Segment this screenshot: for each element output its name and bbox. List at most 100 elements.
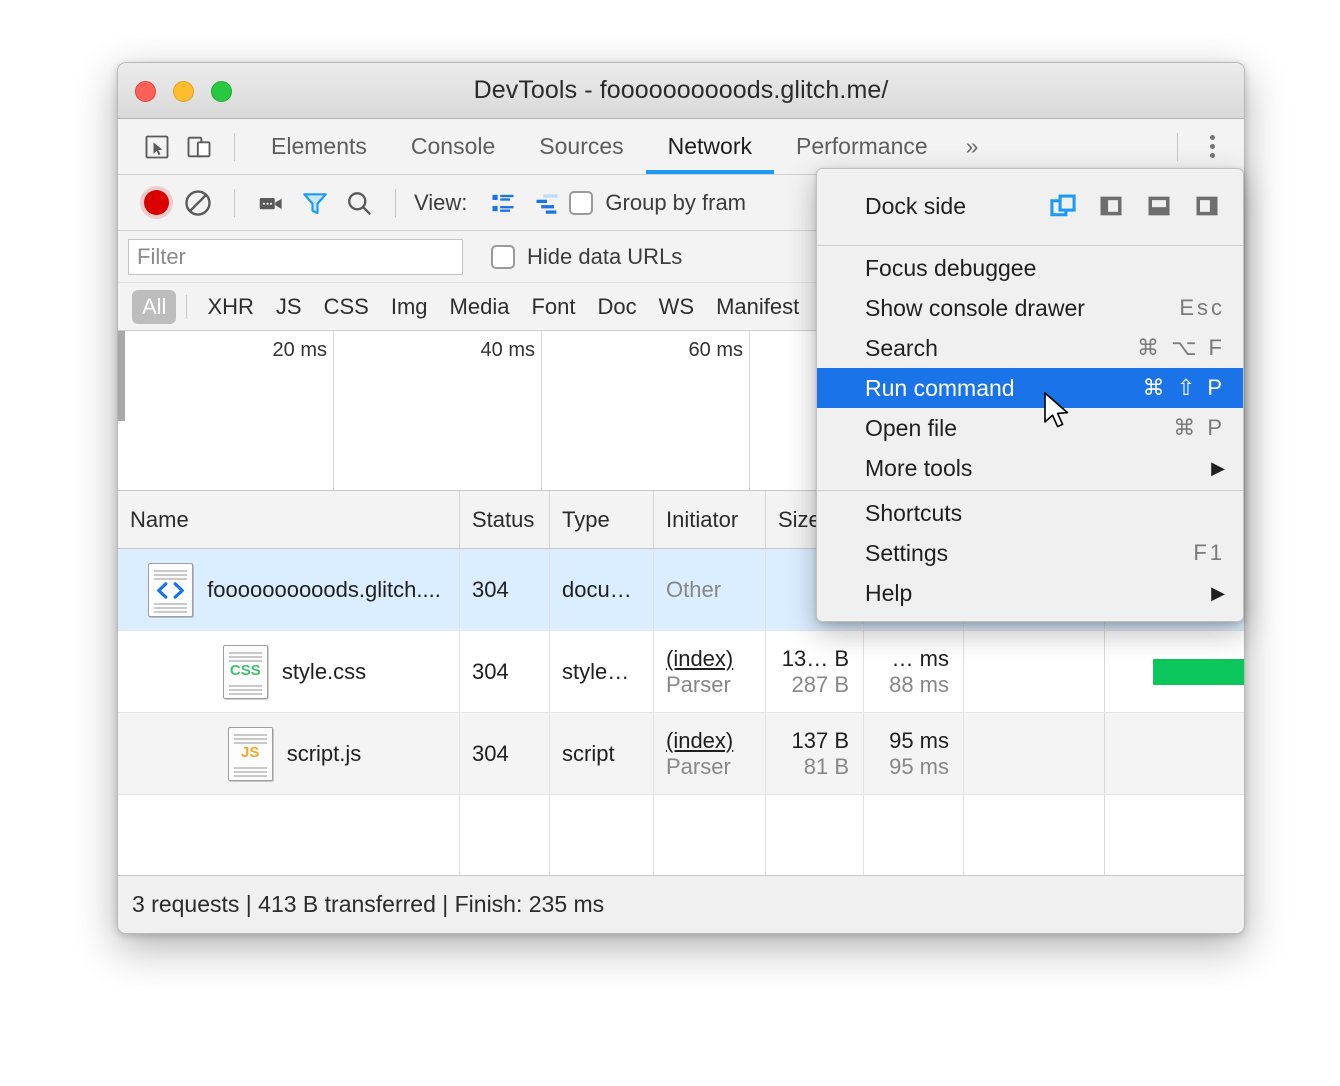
maximize-window-button[interactable] [211, 81, 232, 102]
search-input[interactable] [128, 239, 463, 275]
window-titlebar: DevTools - foooooooooods.glitch.me/ [118, 63, 1244, 119]
request-initiator-sub-label: Parser [666, 672, 765, 698]
overview-tick-label: 60 ms [689, 339, 749, 362]
overview-gridline [333, 331, 334, 490]
menu-item-more-tools[interactable]: More tools ▶ [817, 448, 1243, 488]
device-toolbar-icon[interactable] [178, 126, 220, 168]
window-title: DevTools - foooooooooods.glitch.me/ [118, 76, 1244, 105]
tab-network-label: Network [668, 133, 752, 160]
filter-pill-doc[interactable]: Doc [587, 290, 646, 324]
request-status-label: 304 [472, 741, 549, 767]
overview-tick-label: 40 ms [481, 339, 541, 362]
overview-tick-label: 20 ms [273, 339, 333, 362]
tab-network[interactable]: Network [646, 119, 774, 174]
column-header-initiator[interactable]: Initiator [654, 491, 766, 548]
request-type-label: script [562, 741, 653, 767]
submenu-arrow-icon: ▶ [1211, 583, 1225, 604]
dock-side-row: Dock side [817, 169, 1243, 243]
column-header-name[interactable]: Name [118, 491, 460, 548]
dock-to-right-icon[interactable] [1189, 188, 1225, 224]
column-header-status[interactable]: Status [460, 491, 550, 548]
filter-pill-divider [186, 295, 187, 319]
kebab-menu-icon[interactable] [1192, 127, 1232, 167]
request-status-cell: 304 [460, 713, 550, 794]
request-name-label: script.js [287, 741, 362, 767]
filter-pill-media[interactable]: Media [440, 290, 520, 324]
request-name-cell[interactable]: JS script.js [118, 713, 460, 794]
filter-funnel-icon[interactable] [293, 183, 337, 223]
filter-pill-ws[interactable]: WS [649, 290, 704, 324]
request-status-label: 304 [472, 659, 549, 685]
record-button[interactable] [136, 183, 176, 223]
overview-gridline [541, 331, 542, 490]
request-initiator-cell[interactable]: (index) Parser [654, 631, 766, 712]
minimize-window-button[interactable] [173, 81, 194, 102]
request-status-label: 304 [472, 577, 549, 603]
menu-item-shortcut: ⌘ P [1173, 415, 1225, 441]
filter-pill-css[interactable]: CSS [314, 290, 379, 324]
clear-icon[interactable] [176, 183, 220, 223]
tab-console[interactable]: Console [389, 119, 517, 174]
menu-item-settings[interactable]: Settings F1 [817, 533, 1243, 573]
request-size-label: 137 B [792, 728, 850, 754]
menu-item-shortcut: ⌘ ⇧ P [1143, 375, 1225, 401]
filter-pill-all[interactable]: All [132, 290, 176, 324]
request-type-label: docu… [562, 577, 653, 603]
devtools-tabbar: Elements Console Sources Network Perform… [118, 119, 1244, 175]
request-type-cell: docu… [550, 549, 654, 630]
list-view-icon[interactable] [481, 183, 525, 223]
screenshot-root: DevTools - foooooooooods.glitch.me/ Elem… [0, 0, 1340, 1086]
more-tabs-chevron-icon[interactable]: » [950, 133, 995, 160]
close-window-button[interactable] [135, 81, 156, 102]
request-size-sub-label: 287 B [792, 672, 850, 698]
menu-item-shortcuts[interactable]: Shortcuts [817, 493, 1243, 533]
menu-item-label: Run command [865, 375, 1015, 402]
request-name-cell[interactable]: foooooooooods.glitch.... [118, 549, 460, 630]
table-row[interactable]: JS script.js 304 script (index) Parser 1… [118, 713, 1244, 795]
group-by-frame-label: Group by fram [605, 190, 746, 216]
network-summary-label: 3 requests | 413 B transferred | Finish:… [132, 891, 604, 918]
menu-item-label: Show console drawer [865, 295, 1085, 322]
menu-item-help[interactable]: Help ▶ [817, 573, 1243, 613]
dock-to-bottom-icon[interactable] [1141, 188, 1177, 224]
dock-to-left-icon[interactable] [1093, 188, 1129, 224]
tab-console-label: Console [411, 133, 495, 160]
undock-into-separate-window-icon[interactable] [1045, 188, 1081, 224]
filter-pill-manifest[interactable]: Manifest [706, 290, 809, 324]
filter-pill-js[interactable]: JS [266, 290, 312, 324]
filter-pill-img[interactable]: Img [381, 290, 438, 324]
request-size-cell: 137 B 81 B [766, 713, 864, 794]
devtools-main-menu: Dock side [816, 168, 1244, 622]
tab-performance[interactable]: Performance [774, 119, 950, 174]
request-initiator-sub-label: Parser [666, 754, 765, 780]
request-initiator-link[interactable]: (index) [666, 728, 765, 754]
menu-item-label: Search [865, 335, 938, 362]
tab-elements[interactable]: Elements [249, 119, 389, 174]
hide-data-urls-checkbox[interactable] [491, 245, 515, 269]
menu-item-focus-debuggee[interactable]: Focus debuggee [817, 248, 1243, 288]
menu-item-open-file[interactable]: Open file ⌘ P [817, 408, 1243, 448]
group-by-frame-checkbox[interactable] [569, 191, 593, 215]
column-header-type[interactable]: Type [550, 491, 654, 548]
tab-performance-label: Performance [796, 133, 928, 160]
request-name-cell[interactable]: CSS style.css [118, 631, 460, 712]
menu-item-search[interactable]: Search ⌘ ⌥ F [817, 328, 1243, 368]
window-traffic-lights [135, 81, 232, 102]
tab-sources[interactable]: Sources [517, 119, 645, 174]
filter-pill-xhr[interactable]: XHR [197, 290, 263, 324]
menu-item-label: Settings [865, 540, 948, 567]
menu-item-show-console-drawer[interactable]: Show console drawer Esc [817, 288, 1243, 328]
request-initiator-cell[interactable]: (index) Parser [654, 713, 766, 794]
filter-pill-font[interactable]: Font [521, 290, 585, 324]
network-status-bar: 3 requests | 413 B transferred | Finish:… [118, 875, 1244, 933]
waterfall-view-icon[interactable] [525, 183, 569, 223]
screenshot-camera-icon[interactable] [249, 183, 293, 223]
request-initiator-link[interactable]: (index) [666, 646, 765, 672]
table-row[interactable]: CSS style.css 304 style… (index) Parser … [118, 631, 1244, 713]
menu-item-shortcut: ⌘ ⌥ F [1137, 335, 1225, 361]
inspect-element-icon[interactable] [136, 126, 178, 168]
tabbar-right-group [1163, 127, 1232, 167]
search-icon[interactable] [337, 183, 381, 223]
request-time-sub-label: 95 ms [889, 754, 949, 780]
menu-item-run-command[interactable]: Run command ⌘ ⇧ P [817, 368, 1243, 408]
